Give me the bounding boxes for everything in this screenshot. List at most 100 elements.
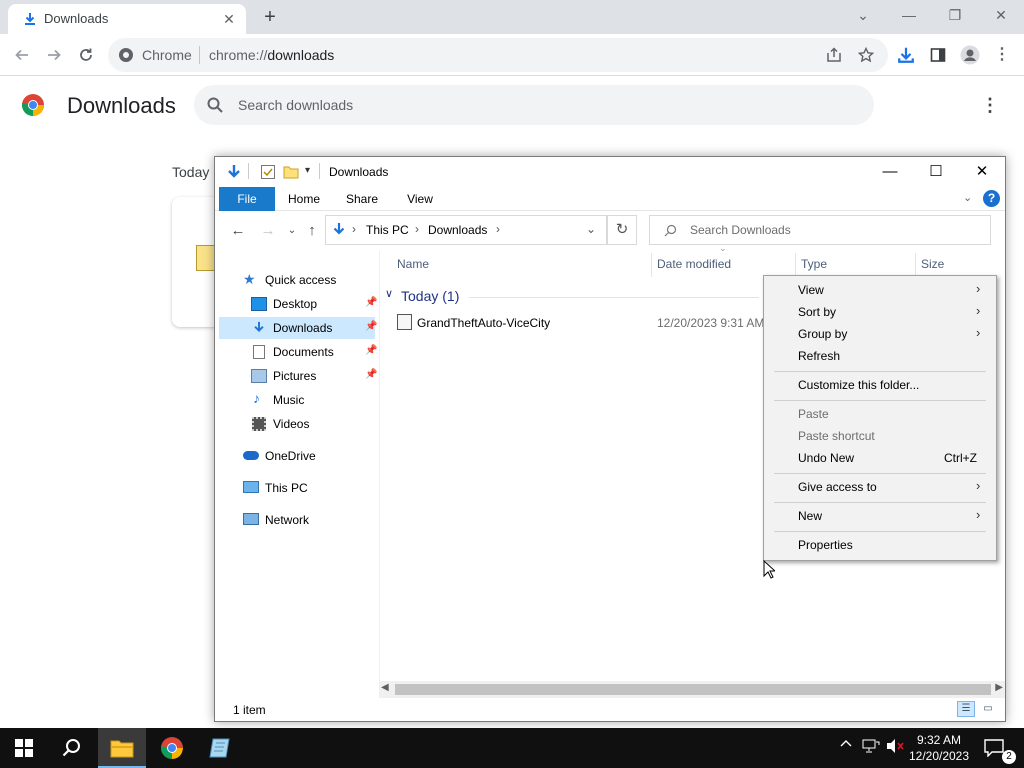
start-button[interactable] xyxy=(0,728,48,768)
nav-music[interactable]: ♪ Music xyxy=(219,389,375,411)
scroll-left-icon[interactable]: ◀ xyxy=(381,682,389,693)
submenu-arrow-icon: › xyxy=(976,325,981,340)
column-separator[interactable] xyxy=(651,253,652,277)
explorer-minimize-button[interactable]: — xyxy=(867,157,913,187)
column-separator[interactable] xyxy=(795,253,796,277)
share-button[interactable] xyxy=(822,43,846,67)
breadcrumb-arrow-icon[interactable]: › xyxy=(496,222,500,236)
menu-item-paste[interactable]: Paste xyxy=(764,403,996,425)
new-tab-button[interactable]: + xyxy=(258,6,282,28)
nav-onedrive[interactable]: OneDrive xyxy=(219,445,375,467)
path-dropdown-icon[interactable]: ⌄ xyxy=(586,222,600,236)
explorer-maximize-button[interactable]: ☐ xyxy=(913,157,959,187)
menu-item-sort-by[interactable]: Sort by › xyxy=(764,301,996,323)
close-window-button[interactable]: ✕ xyxy=(978,0,1024,30)
group-header[interactable]: Today (1) xyxy=(401,288,459,304)
downloads-button[interactable] xyxy=(894,43,918,67)
minimize-button[interactable]: — xyxy=(886,0,932,30)
file-row[interactable]: GrandTheftAuto-ViceCity 12/20/2023 9:31 … xyxy=(385,312,765,334)
file-name: GrandTheftAuto-ViceCity xyxy=(417,316,551,330)
search-placeholder: Search downloads xyxy=(238,97,354,113)
recent-locations-dropdown[interactable]: ⌄ xyxy=(281,220,303,242)
explorer-close-button[interactable]: ✕ xyxy=(959,157,1005,187)
forward-button[interactable] xyxy=(42,43,66,67)
horizontal-scrollbar[interactable]: ◀ ▶ xyxy=(379,681,1005,698)
search-icon xyxy=(62,739,80,757)
scroll-thumb[interactable] xyxy=(395,684,991,695)
volume-tray-icon[interactable] xyxy=(886,738,904,757)
quick-access-dropdown-icon[interactable]: ▾ xyxy=(305,165,310,176)
taskbar-app[interactable] xyxy=(196,728,244,768)
menu-item-view[interactable]: View › xyxy=(764,279,996,301)
menu-item-paste-shortcut[interactable]: Paste shortcut xyxy=(764,425,996,447)
address-url[interactable]: chrome://downloads xyxy=(209,47,334,63)
system-clock[interactable]: 9:32 AM 12/20/2023 xyxy=(906,732,972,764)
network-tray-icon[interactable] xyxy=(862,738,880,757)
profile-button[interactable] xyxy=(958,43,982,67)
menu-item-refresh[interactable]: Refresh xyxy=(764,345,996,367)
mouse-cursor-icon xyxy=(763,560,775,579)
nav-this-pc[interactable]: This PC xyxy=(219,477,375,499)
side-panel-button[interactable] xyxy=(926,43,950,67)
tab-share[interactable]: Share xyxy=(337,187,387,211)
column-separator[interactable] xyxy=(915,253,916,277)
nav-network[interactable]: Network xyxy=(219,509,375,531)
nav-desktop[interactable]: Desktop 📌 xyxy=(219,293,377,315)
page-menu-button[interactable]: ⋮ xyxy=(980,92,1000,118)
taskbar-search-button[interactable] xyxy=(48,728,96,768)
help-button[interactable]: ? xyxy=(983,190,1000,207)
restore-button[interactable]: ❐ xyxy=(932,0,978,30)
expand-ribbon-icon[interactable]: ⌄ xyxy=(963,191,972,204)
large-icons-view-icon[interactable]: ▭ xyxy=(979,701,997,717)
explorer-refresh-button[interactable]: ↻ xyxy=(607,215,637,245)
tab-close-button[interactable]: ✕ xyxy=(220,10,238,28)
downloads-search-input[interactable]: Search downloads xyxy=(194,85,874,125)
menu-item-undo-new[interactable]: Undo New Ctrl+Z xyxy=(764,447,996,469)
new-folder-icon[interactable] xyxy=(283,164,299,180)
nav-downloads[interactable]: Downloads 📌 xyxy=(219,317,377,339)
reload-button[interactable] xyxy=(74,43,98,67)
scroll-right-icon[interactable]: ▶ xyxy=(995,682,1003,693)
notification-icon xyxy=(984,739,1004,757)
tab-view[interactable]: View xyxy=(395,187,445,211)
explorer-path-box[interactable]: › This PC › Downloads › ⌄ xyxy=(325,215,607,245)
back-button[interactable] xyxy=(10,43,34,67)
tab-downloads[interactable]: Downloads ✕ xyxy=(8,4,246,34)
taskbar-chrome[interactable] xyxy=(148,728,196,768)
menu-item-give-access[interactable]: Give access to › xyxy=(764,476,996,498)
column-name[interactable]: Name xyxy=(397,257,429,271)
tab-file[interactable]: File xyxy=(219,187,275,211)
column-type[interactable]: Type xyxy=(801,257,827,271)
breadcrumb-downloads[interactable]: Downloads xyxy=(428,223,487,237)
explorer-forward-button[interactable]: → xyxy=(257,220,279,242)
taskbar-file-explorer[interactable] xyxy=(98,728,146,768)
breadcrumb-arrow-icon[interactable]: › xyxy=(352,222,356,236)
menu-item-customize[interactable]: Customize this folder... xyxy=(764,374,996,396)
explorer-search-input[interactable]: Search Downloads xyxy=(649,215,991,245)
nav-quick-access[interactable]: ★ Quick access xyxy=(219,269,375,291)
nav-pictures[interactable]: Pictures 📌 xyxy=(219,365,377,387)
menu-item-group-by[interactable]: Group by › xyxy=(764,323,996,345)
details-view-icon[interactable]: ☰ xyxy=(957,701,975,717)
chrome-menu-button[interactable]: ⋮ xyxy=(990,43,1014,67)
tab-home[interactable]: Home xyxy=(279,187,329,211)
breadcrumb-arrow-icon[interactable]: › xyxy=(415,222,419,236)
show-hidden-icons[interactable] xyxy=(839,737,853,754)
address-bar[interactable]: Chrome chrome://downloads xyxy=(108,38,888,72)
breadcrumb-this-pc[interactable]: This PC xyxy=(366,223,409,237)
menu-item-new[interactable]: New › xyxy=(764,505,996,527)
nav-documents[interactable]: Documents 📌 xyxy=(219,341,377,363)
installer-file-icon xyxy=(397,314,412,330)
nav-videos[interactable]: Videos xyxy=(219,413,375,435)
bookmark-button[interactable] xyxy=(854,43,878,67)
collapse-group-icon[interactable]: ∨ xyxy=(385,287,393,300)
column-date-modified[interactable]: Date modified xyxy=(657,257,731,271)
properties-check-icon[interactable] xyxy=(260,164,276,180)
tab-search-button[interactable]: ⌄ xyxy=(840,0,886,30)
pane-divider[interactable] xyxy=(379,251,380,681)
column-size[interactable]: Size xyxy=(921,257,944,271)
notification-center-button[interactable]: 2 xyxy=(976,728,1024,768)
menu-item-properties[interactable]: Properties xyxy=(764,534,996,556)
up-button[interactable]: ↑ xyxy=(301,220,323,242)
explorer-back-button[interactable]: ← xyxy=(227,220,249,242)
